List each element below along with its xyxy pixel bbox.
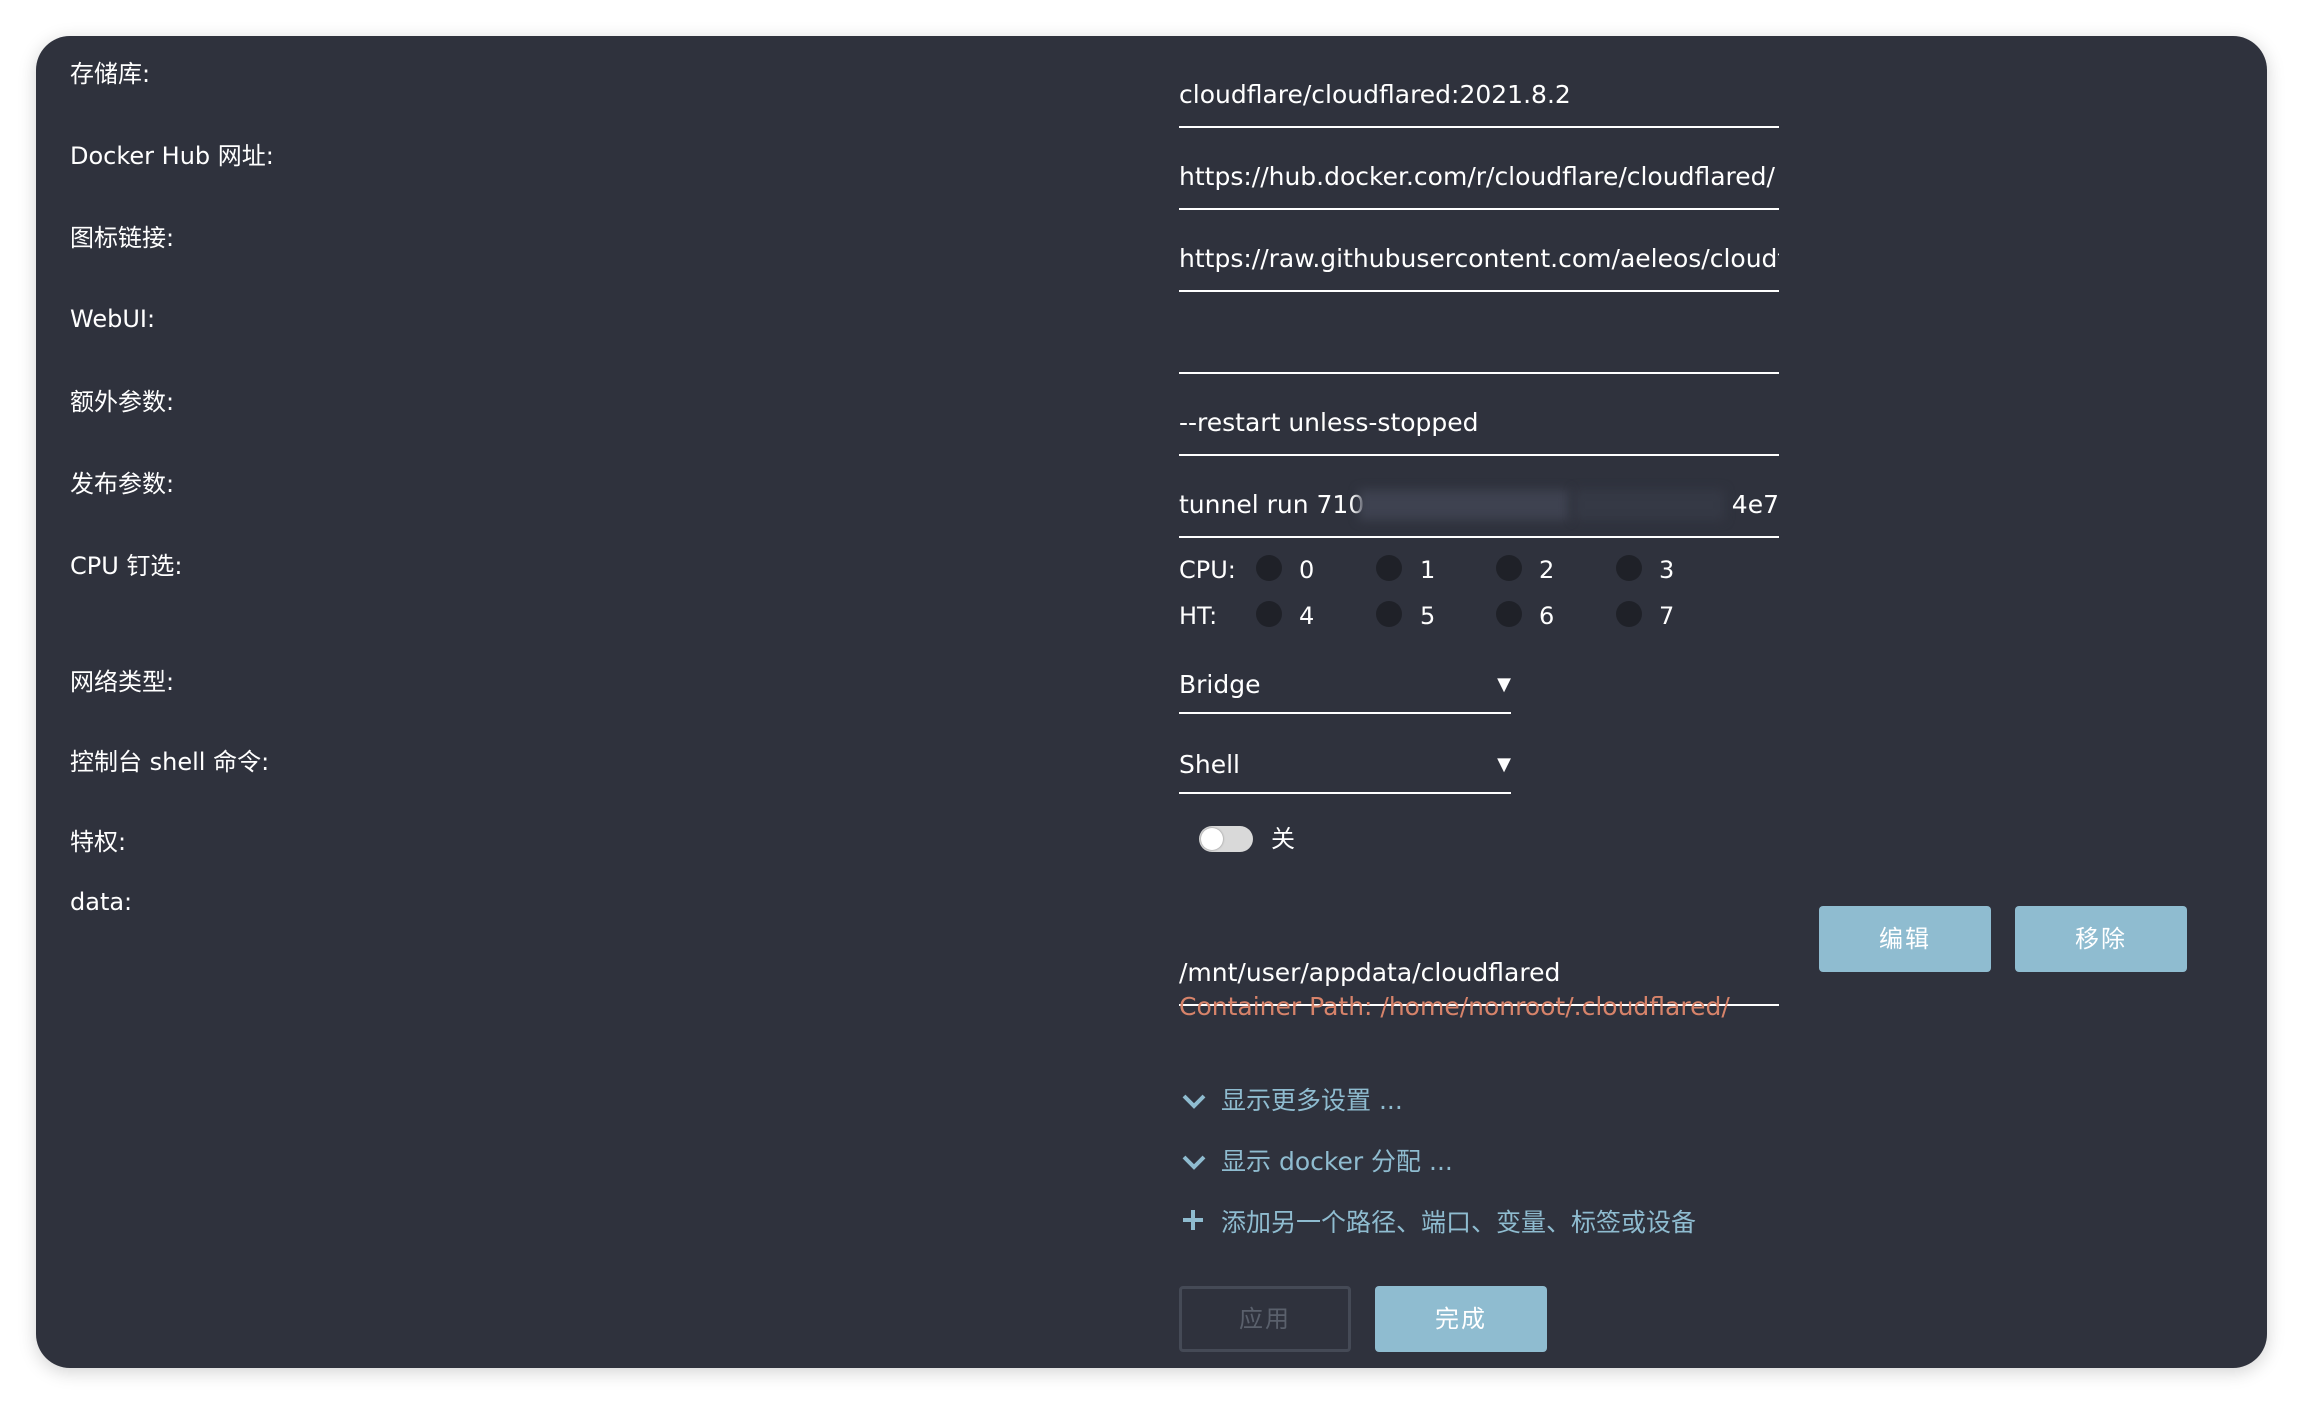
docker-template-panel: 存储库: Docker Hub 网址: 图标链接: WebUI: 额外参数: 发… [36, 36, 2267, 1368]
cpu-1-label: 1 [1420, 556, 1436, 584]
docker-hub-url-input[interactable]: https://hub.docker.com/r/cloudflare/clou… [1179, 132, 1779, 210]
show-more-settings-link[interactable]: 显示更多设置 ... [1181, 1084, 1403, 1119]
done-button[interactable]: 完成 [1375, 1286, 1547, 1352]
console-shell-select[interactable]: Shell ▼ [1179, 736, 1511, 794]
ht-row-label: HT: [1179, 602, 1218, 630]
cpu-0-checkbox[interactable] [1256, 555, 1282, 581]
privileged-label: 特权: [70, 828, 127, 856]
cpu-7-label: 7 [1659, 602, 1675, 630]
cpu-5-checkbox[interactable] [1376, 601, 1402, 627]
cpu-6-checkbox[interactable] [1496, 601, 1522, 627]
cpu-2-label: 2 [1539, 556, 1555, 584]
extra-params-label: 额外参数: [70, 388, 175, 416]
extra-params-value: --restart unless-stopped [1179, 408, 1479, 437]
console-shell-label: 控制台 shell 命令: [70, 748, 270, 776]
extra-params-input[interactable]: --restart unless-stopped [1179, 378, 1779, 456]
post-args-label: 发布参数: [70, 470, 175, 498]
remove-button[interactable]: 移除 [2015, 906, 2187, 972]
post-args-input[interactable]: tunnel run 710 4e7 [1179, 460, 1779, 538]
cpu-3-checkbox[interactable] [1616, 555, 1642, 581]
chevron-down-icon [1181, 1146, 1211, 1180]
cpu-2-checkbox[interactable] [1496, 555, 1522, 581]
apply-button[interactable]: 应用 [1179, 1286, 1351, 1352]
repository-input[interactable]: cloudflare/cloudflared:2021.8.2 [1179, 50, 1779, 128]
console-shell-value: Shell [1179, 750, 1240, 779]
redaction-blur [1359, 490, 1569, 520]
icon-url-value: https://raw.githubusercontent.com/aeleos… [1179, 244, 1779, 273]
cpu-0-label: 0 [1299, 556, 1315, 584]
edit-button[interactable]: 编辑 [1819, 906, 1991, 972]
add-another-link[interactable]: 添加另一个路径、端口、变量、标签或设备 [1181, 1206, 1696, 1241]
caret-down-icon: ▼ [1497, 674, 1511, 695]
cpu-6-label: 6 [1539, 602, 1555, 630]
network-type-label: 网络类型: [70, 668, 175, 696]
caret-down-icon: ▼ [1497, 754, 1511, 775]
docker-hub-url-value: https://hub.docker.com/r/cloudflare/clou… [1179, 162, 1775, 191]
post-args-value-start: tunnel run 710 [1179, 490, 1365, 519]
webui-input[interactable] [1179, 296, 1779, 374]
cpu-4-label: 4 [1299, 602, 1315, 630]
docker-hub-url-label: Docker Hub 网址: [70, 142, 274, 170]
plus-icon [1181, 1207, 1211, 1241]
data-label: data: [70, 888, 133, 916]
show-more-settings-label: 显示更多设置 ... [1221, 1086, 1403, 1115]
repository-value: cloudflare/cloudflared:2021.8.2 [1179, 80, 1571, 109]
add-another-label: 添加另一个路径、端口、变量、标签或设备 [1221, 1208, 1697, 1237]
cpu-pinning-label: CPU 钉选: [70, 552, 183, 580]
webui-label: WebUI: [70, 305, 156, 333]
cpu-1-checkbox[interactable] [1376, 555, 1402, 581]
icon-url-input[interactable]: https://raw.githubusercontent.com/aeleos… [1179, 214, 1779, 292]
network-type-value: Bridge [1179, 670, 1261, 699]
post-args-value-end: 4e7 [1731, 490, 1779, 519]
cpu-5-label: 5 [1420, 602, 1436, 630]
container-path-text: Container Path: /home/nonroot/.cloudflar… [1179, 992, 1730, 1021]
chevron-down-icon [1181, 1085, 1211, 1119]
icon-url-label: 图标链接: [70, 224, 175, 252]
cpu-4-checkbox[interactable] [1256, 601, 1282, 627]
repository-label: 存储库: [70, 60, 151, 88]
toggle-knob [1201, 828, 1223, 850]
cpu-7-checkbox[interactable] [1616, 601, 1642, 627]
show-docker-alloc-link[interactable]: 显示 docker 分配 ... [1181, 1145, 1453, 1180]
redaction-blur [1574, 490, 1724, 520]
network-type-select[interactable]: Bridge ▼ [1179, 656, 1511, 714]
privileged-toggle[interactable] [1199, 826, 1253, 852]
cpu-row-label: CPU: [1179, 556, 1236, 584]
show-docker-alloc-label: 显示 docker 分配 ... [1221, 1147, 1453, 1176]
privileged-state: 关 [1271, 825, 1295, 853]
data-host-path-value: /mnt/user/appdata/cloudflared [1179, 958, 1561, 987]
cpu-3-label: 3 [1659, 556, 1675, 584]
